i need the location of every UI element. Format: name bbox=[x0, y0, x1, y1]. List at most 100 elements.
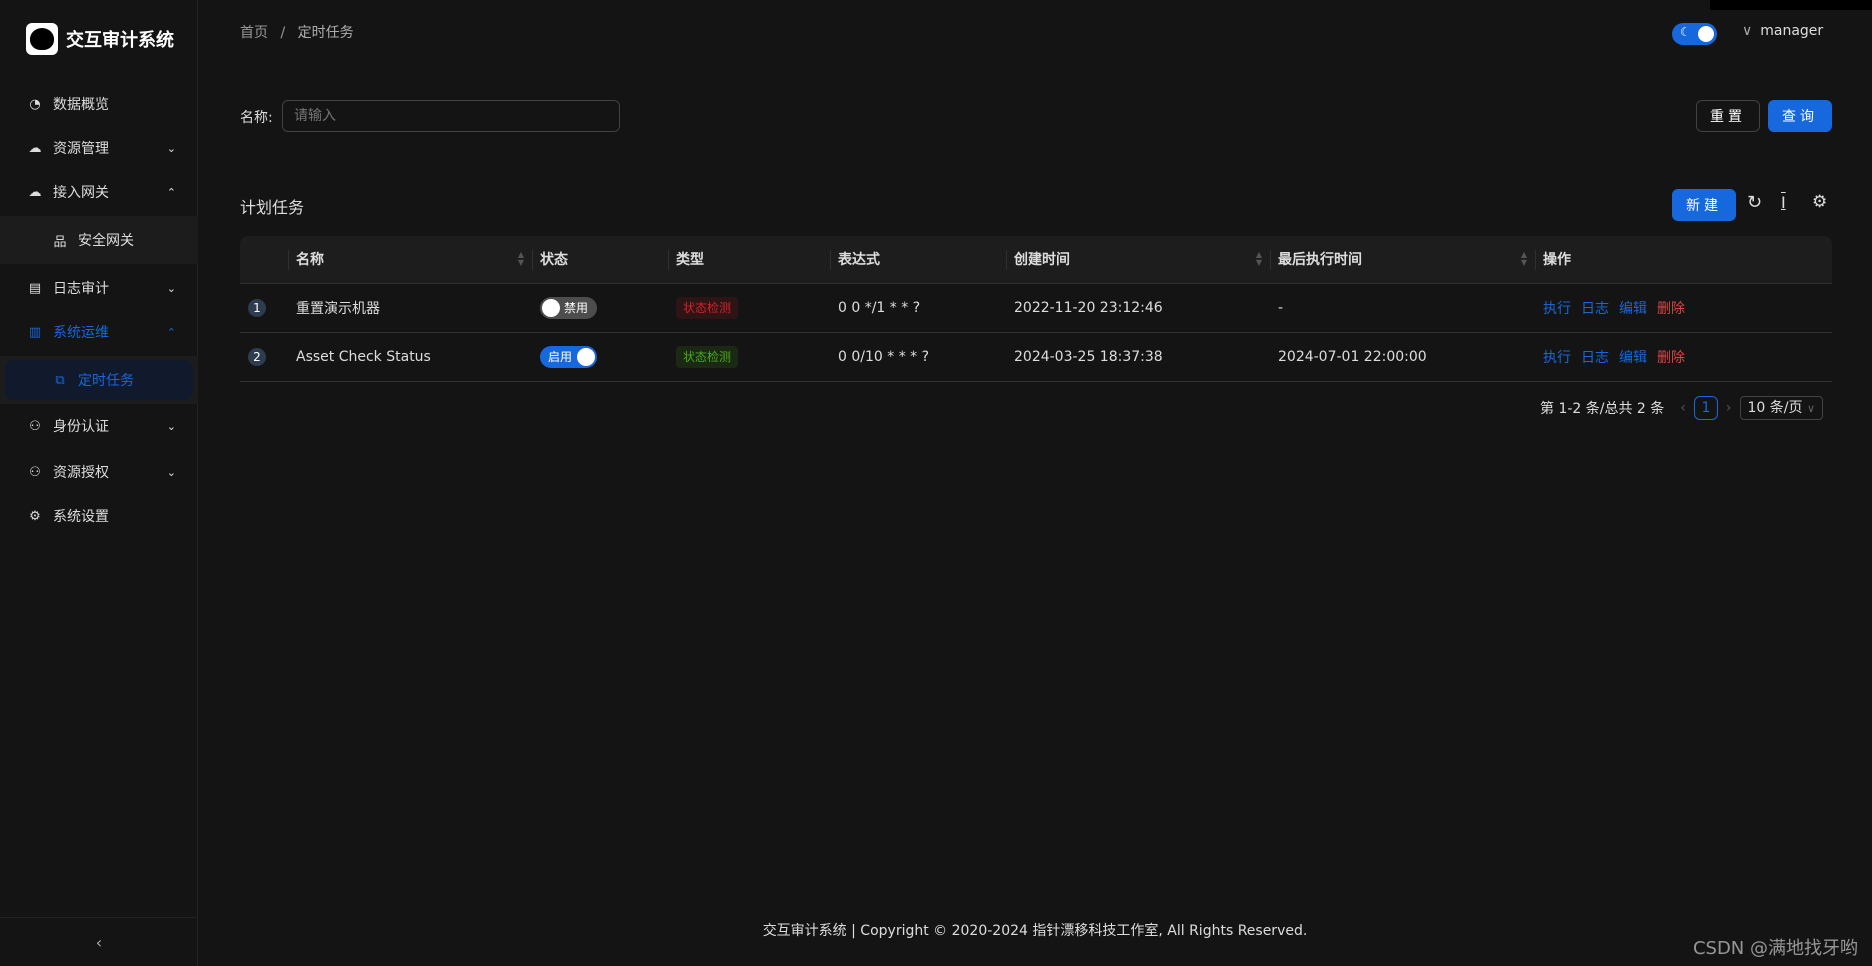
gear-icon: ⚙ bbox=[29, 508, 41, 524]
sidebar-item-label: 资源授权 bbox=[53, 465, 109, 481]
last-run-time: - bbox=[1270, 283, 1535, 333]
last-run-time: 2024-07-01 22:00:00 bbox=[1270, 332, 1535, 382]
page-1[interactable]: 1 bbox=[1693, 396, 1718, 420]
created-time: 2024-03-25 18:37:38 bbox=[1006, 332, 1270, 382]
sidebar-item-label: 系统设置 bbox=[53, 509, 109, 525]
header-label: 操作 bbox=[1543, 252, 1571, 269]
user-icon: ⚇ bbox=[29, 418, 41, 434]
app-title: 交互审计系统 bbox=[66, 30, 174, 51]
user-icon: ⚇ bbox=[29, 464, 41, 480]
chevron-icon: ⌄ bbox=[166, 465, 176, 479]
sort-icon[interactable]: ▲ ▼ bbox=[1521, 251, 1527, 267]
query-button[interactable]: 查询 bbox=[1768, 100, 1832, 132]
table-row: 1 重置演示机器 禁用 状态检测 0 0 */1 * * ? 2022-11-2… bbox=[240, 283, 1832, 333]
action-log-link[interactable]: 日志 bbox=[1581, 301, 1609, 317]
column-header-name[interactable]: 名称 ▲ ▼ bbox=[288, 236, 532, 284]
column-header-actions: 操作 bbox=[1535, 236, 1832, 284]
name-label: 名称: bbox=[240, 110, 273, 126]
column-header-last-run[interactable]: 最后执行时间 ▲ ▼ bbox=[1270, 236, 1535, 284]
footer: 交互审计系统 | Copyright © 2020-2024 指针漂移科技工作室… bbox=[762, 923, 1308, 939]
sidebar-item-2[interactable]: ☁ 接入网关 ⌃ bbox=[0, 170, 198, 214]
table-row: 2 Asset Check Status 启用 状态检测 0 0/10 * * … bbox=[240, 332, 1832, 382]
next-page-icon[interactable]: › bbox=[1726, 400, 1732, 416]
status-switch[interactable]: 禁用 bbox=[540, 296, 597, 319]
logo[interactable]: 交互审计系统 bbox=[26, 23, 174, 55]
action-delete-link[interactable]: 删除 bbox=[1657, 301, 1685, 317]
header-label: 类型 bbox=[676, 252, 704, 269]
cat-logo-icon bbox=[26, 23, 58, 55]
status-label: 启用 bbox=[548, 349, 573, 364]
index-header bbox=[240, 236, 288, 284]
header-label: 表达式 bbox=[838, 252, 880, 269]
action-run-link[interactable]: 执行 bbox=[1543, 350, 1571, 366]
audit-icon: ▤ bbox=[28, 280, 42, 296]
gear-icon[interactable]: ⚙ bbox=[1812, 192, 1827, 212]
sidebar-item-label: 定时任务 bbox=[78, 373, 134, 389]
sidebar-item-5[interactable]: ▥ 系统运维 ⌃ bbox=[0, 310, 198, 354]
username: manager bbox=[1760, 23, 1824, 39]
chevron-down-icon: ∨ bbox=[1742, 23, 1753, 39]
sidebar-item-label: 日志审计 bbox=[53, 281, 109, 297]
sidebar-item-4[interactable]: ▤ 日志审计 ⌄ bbox=[0, 266, 198, 310]
prev-page-icon[interactable]: ‹ bbox=[1680, 400, 1686, 416]
task-name: 重置演示机器 bbox=[288, 283, 532, 333]
moon-icon: ☾ bbox=[1680, 25, 1691, 39]
sidebar-item-6[interactable]: ⧉ 定时任务 bbox=[0, 356, 198, 404]
page-size-select[interactable]: 10 条/页 ∨ bbox=[1739, 396, 1824, 420]
column-height-icon[interactable]: I bbox=[1781, 193, 1786, 212]
chevron-left-icon: ‹ bbox=[95, 932, 103, 952]
breadcrumb: 首页 / 定时任务 bbox=[240, 22, 354, 42]
sidebar-item-9[interactable]: ⚙ 系统设置 bbox=[0, 494, 198, 538]
pagination: 第 1-2 条/总共 2 条 ‹ 1 › 10 条/页 ∨ bbox=[1540, 396, 1824, 420]
reset-button[interactable]: 重置 bbox=[1696, 100, 1760, 132]
dashboard-icon: ◔ bbox=[29, 96, 41, 112]
task-name: Asset Check Status bbox=[288, 332, 532, 382]
chevron-icon: ⌃ bbox=[166, 185, 176, 199]
sidebar-item-8[interactable]: ⚇ 资源授权 ⌄ bbox=[0, 450, 198, 494]
sidebar-item-0[interactable]: ◔ 数据概览 bbox=[0, 82, 198, 126]
sidebar-item-label: 身份认证 bbox=[53, 419, 109, 435]
new-button[interactable]: 新建 bbox=[1672, 189, 1736, 221]
control-icon: ▥ bbox=[28, 324, 42, 340]
sidebar-item-7[interactable]: ⚇ 身份认证 ⌄ bbox=[0, 404, 198, 448]
status-switch[interactable]: 启用 bbox=[540, 345, 597, 368]
cloud-icon: ☁ bbox=[28, 184, 42, 200]
collapse-sidebar-button[interactable]: ‹ bbox=[0, 917, 198, 966]
table-title: 计划任务 bbox=[240, 198, 305, 217]
breadcrumb-home[interactable]: 首页 bbox=[240, 25, 268, 41]
status-label: 禁用 bbox=[564, 300, 589, 315]
name-search-input[interactable] bbox=[282, 100, 620, 132]
breadcrumb-current: 定时任务 bbox=[297, 25, 354, 41]
sidebar-item-label: 接入网关 bbox=[53, 185, 109, 201]
action-log-link[interactable]: 日志 bbox=[1581, 350, 1609, 366]
table-header: 名称 ▲ ▼ 状态 类型 表达式 创建时间 ▲ ▼ 最后执行时间 ▲ ▼ 操作 bbox=[240, 236, 1832, 284]
sidebar-item-label: 资源管理 bbox=[53, 141, 109, 157]
sidebar-item-label: 数据概览 bbox=[53, 97, 109, 113]
user-menu[interactable]: ∨ manager bbox=[1742, 23, 1823, 39]
theme-toggle[interactable]: ☾ bbox=[1672, 23, 1717, 45]
expression: 0 0 */1 * * ? bbox=[830, 283, 1006, 333]
sort-icon[interactable]: ▲ ▼ bbox=[1256, 251, 1262, 267]
header-label: 名称 bbox=[296, 252, 324, 269]
header-label: 状态 bbox=[540, 252, 568, 269]
sidebar-item-1[interactable]: ☁ 资源管理 ⌄ bbox=[0, 126, 198, 170]
header-label: 创建时间 bbox=[1014, 252, 1070, 269]
column-header-status: 状态 bbox=[532, 236, 668, 284]
sidebar-item-label: 系统运维 bbox=[53, 325, 109, 341]
reload-icon[interactable]: ↻ bbox=[1747, 192, 1762, 213]
sidebar: 交互审计系统 ◔ 数据概览 ☁ 资源管理 ⌄ ☁ 接入网关 ⌃ 品安全网关 ▤ 日志审计 ⌄ ▥ 系统运维… bbox=[0, 0, 198, 966]
chevron-icon: ⌄ bbox=[166, 281, 176, 295]
action-delete-link[interactable]: 删除 bbox=[1657, 350, 1685, 366]
sidebar-item-label: 安全网关 bbox=[78, 233, 134, 249]
copy-icon: ⧉ bbox=[55, 372, 65, 388]
chevron-icon: ⌄ bbox=[166, 141, 176, 155]
page-size-value: 10 条/页 bbox=[1747, 400, 1803, 416]
action-edit-link[interactable]: 编辑 bbox=[1619, 350, 1647, 366]
action-edit-link[interactable]: 编辑 bbox=[1619, 301, 1647, 317]
type-tag: 状态检测 bbox=[676, 345, 739, 368]
sort-icon[interactable]: ▲ ▼ bbox=[518, 251, 524, 267]
breadcrumb-separator: / bbox=[280, 25, 286, 41]
column-header-created[interactable]: 创建时间 ▲ ▼ bbox=[1006, 236, 1270, 284]
action-run-link[interactable]: 执行 bbox=[1543, 301, 1571, 317]
sidebar-item-3[interactable]: 品安全网关 bbox=[0, 216, 198, 264]
